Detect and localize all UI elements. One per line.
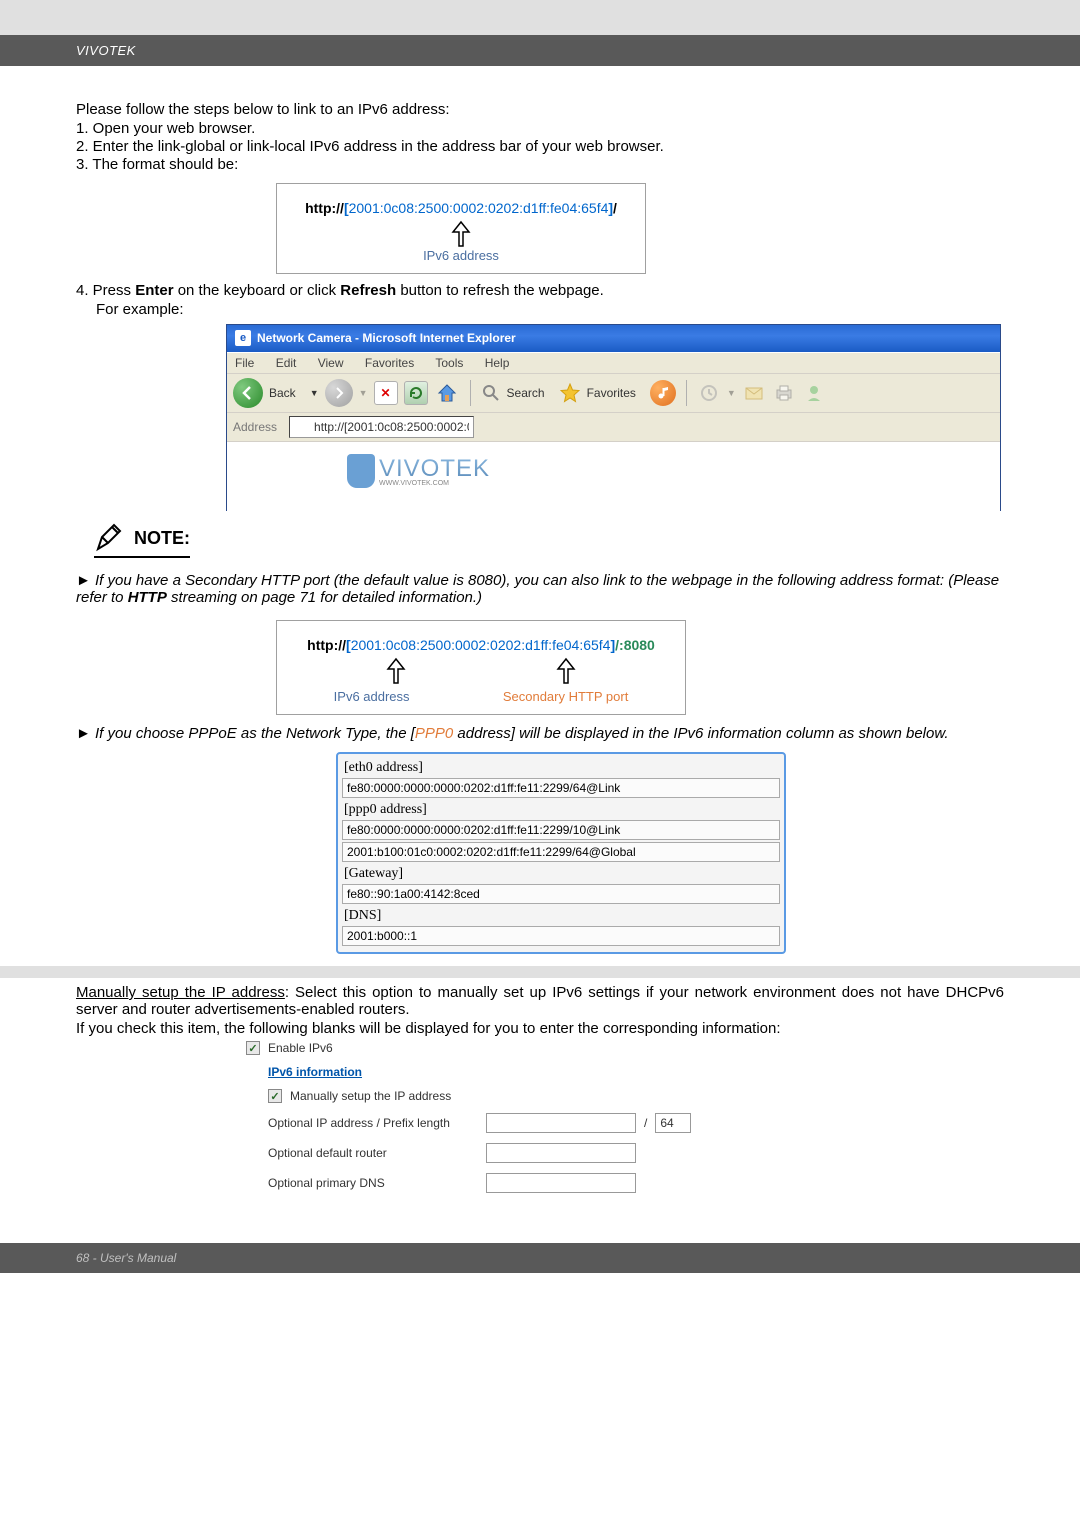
- stop-icon[interactable]: ✕: [374, 381, 398, 405]
- optional-router-input[interactable]: [486, 1143, 636, 1163]
- ipv6-form: ✓ Enable IPv6 IPv6 information ✓ Manuall…: [246, 1041, 716, 1193]
- ie-window: e Network Camera - Microsoft Internet Ex…: [226, 324, 1001, 511]
- forward-dropdown-icon[interactable]: ▼: [359, 388, 368, 398]
- format1-prefix: http://: [305, 200, 344, 216]
- menu-help[interactable]: Help: [485, 356, 510, 370]
- gateway-label: [Gateway]: [342, 864, 780, 882]
- manual-setup-label: Manually setup the IP address: [290, 1089, 451, 1103]
- toolbar-separator-2: [686, 380, 687, 406]
- home-icon[interactable]: [434, 380, 460, 406]
- format1-addr: 2001:0c08:2500:0002:0202:d1ff:fe04:65f4: [349, 200, 609, 216]
- manual-setup-checkbox[interactable]: ✓: [268, 1089, 282, 1103]
- arrow-up-icon: [451, 220, 471, 248]
- page-footer: 68 - User's Manual: [0, 1243, 1080, 1273]
- search-label[interactable]: Search: [507, 386, 545, 400]
- enable-ipv6-checkbox[interactable]: ✓: [246, 1041, 260, 1055]
- forward-button-icon[interactable]: [325, 379, 353, 407]
- ie-toolbar: Back ▼ ▼ ✕ Search Favorites: [227, 373, 1000, 412]
- address-label: Address: [233, 420, 277, 434]
- back-button-icon[interactable]: [233, 378, 263, 408]
- history-icon[interactable]: [697, 381, 721, 405]
- for-example-label: For example:: [76, 301, 1004, 318]
- ie-app-icon: e: [235, 330, 251, 346]
- top-spacer: [0, 0, 1080, 35]
- menu-file[interactable]: File: [235, 356, 254, 370]
- intro-text: Please follow the steps below to link to…: [76, 101, 1004, 118]
- optional-ip-input[interactable]: [486, 1113, 636, 1133]
- media-icon[interactable]: [650, 380, 676, 406]
- ie-title-text: Network Camera - Microsoft Internet Expl…: [257, 331, 516, 345]
- toolbar-separator: [470, 380, 471, 406]
- optional-router-label: Optional default router: [268, 1146, 478, 1160]
- note-pencil-icon: [94, 523, 124, 553]
- arrow-up-icon-3: [556, 657, 576, 685]
- ppp0-value-global: 2001:b100:01c0:0002:0202:d1ff:fe11:2299/…: [342, 842, 780, 862]
- step-4: 4. Press Enter on the keyboard or click …: [76, 282, 1004, 299]
- optional-ip-label: Optional IP address / Prefix length: [268, 1116, 478, 1130]
- history-dropdown-icon[interactable]: ▼: [727, 388, 736, 398]
- note-heading: NOTE:: [94, 523, 1004, 558]
- print-icon[interactable]: [772, 381, 796, 405]
- ie-menubar[interactable]: File Edit View Favorites Tools Help: [227, 352, 1000, 373]
- favorites-star-icon[interactable]: [559, 382, 581, 404]
- format1-label: IPv6 address: [287, 248, 635, 263]
- refresh-icon[interactable]: [404, 381, 428, 405]
- menu-favorites[interactable]: Favorites: [365, 356, 414, 370]
- note-label: NOTE:: [134, 528, 190, 549]
- back-button-label[interactable]: Back: [269, 386, 296, 400]
- step-3: 3. The format should be:: [76, 156, 1004, 173]
- vivotek-logo: VIVOTEK WWW.VIVOTEK.COM: [347, 454, 490, 488]
- messenger-icon[interactable]: [802, 381, 826, 405]
- format2-ipv6-label: IPv6 address: [334, 689, 410, 704]
- vivotek-logo-text: VIVOTEK: [379, 455, 490, 482]
- ppp0-value-link: fe80:0000:0000:0000:0202:d1ff:fe11:2299/…: [342, 820, 780, 840]
- optional-dns-label: Optional primary DNS: [268, 1176, 478, 1190]
- ipv6-format-box: http://[2001:0c08:2500:0002:0202:d1ff:fe…: [276, 183, 646, 274]
- address-input[interactable]: [289, 416, 474, 438]
- ie-page-content: VIVOTEK WWW.VIVOTEK.COM: [227, 441, 1000, 511]
- mail-icon[interactable]: [742, 381, 766, 405]
- ie-address-bar: Address e: [227, 412, 1000, 441]
- favorites-label[interactable]: Favorites: [587, 386, 636, 400]
- ppp0-label: [ppp0 address]: [342, 800, 780, 818]
- footer-page-number: 68 - User's Manual: [76, 1251, 176, 1265]
- ie-titlebar: e Network Camera - Microsoft Internet Ex…: [227, 325, 1000, 352]
- ipv6-information-link[interactable]: IPv6 information: [268, 1065, 716, 1079]
- prefix-slash: /: [644, 1116, 647, 1130]
- back-dropdown-icon[interactable]: ▼: [310, 388, 319, 398]
- page-header: VIVOTEK: [0, 35, 1080, 66]
- arrow-up-icon-2: [386, 657, 406, 685]
- menu-view[interactable]: View: [318, 356, 344, 370]
- dns-label: [DNS]: [342, 906, 780, 924]
- menu-edit[interactable]: Edit: [276, 356, 297, 370]
- step-1: 1. Open your web browser.: [76, 120, 1004, 137]
- format2-port: /:8080: [615, 637, 655, 653]
- menu-tools[interactable]: Tools: [435, 356, 463, 370]
- pppoe-note: ► If you choose PPPoE as the Network Typ…: [76, 725, 1004, 742]
- optional-dns-input[interactable]: [486, 1173, 636, 1193]
- format2-prefix: http://: [307, 637, 346, 653]
- steps-list: 1. Open your web browser. 2. Enter the l…: [76, 120, 1004, 173]
- manual-setup-paragraph-2: If you check this item, the following bl…: [76, 1020, 1004, 1037]
- format2-addr: 2001:0c08:2500:0002:0202:d1ff:fe04:65f4: [351, 637, 611, 653]
- gateway-value: fe80::90:1a00:4142:8ced: [342, 884, 780, 904]
- brand-text: VIVOTEK: [76, 43, 136, 58]
- manual-setup-paragraph: Manually setup the IP address: Select th…: [76, 984, 1004, 1018]
- eth0-label: [eth0 address]: [342, 758, 780, 776]
- ipv6-port-format-box: http://[2001:0c08:2500:0002:0202:d1ff:fe…: [276, 620, 686, 715]
- search-icon[interactable]: [481, 383, 501, 403]
- ipv6-info-box: [eth0 address] fe80:0000:0000:0000:0202:…: [336, 752, 786, 954]
- prefix-length-input[interactable]: 64: [655, 1113, 691, 1133]
- eth0-value: fe80:0000:0000:0000:0202:d1ff:fe11:2299/…: [342, 778, 780, 798]
- format2-port-label: Secondary HTTP port: [503, 689, 628, 704]
- note-paragraph-1: ► If you have a Secondary HTTP port (the…: [76, 572, 1004, 606]
- vivotek-logo-icon: [347, 454, 375, 488]
- format1-suffix: /: [613, 200, 617, 216]
- dns-value: 2001:b000::1: [342, 926, 780, 946]
- section-divider: [0, 966, 1080, 978]
- enable-ipv6-label: Enable IPv6: [268, 1041, 333, 1055]
- step-2: 2. Enter the link-global or link-local I…: [76, 138, 1004, 155]
